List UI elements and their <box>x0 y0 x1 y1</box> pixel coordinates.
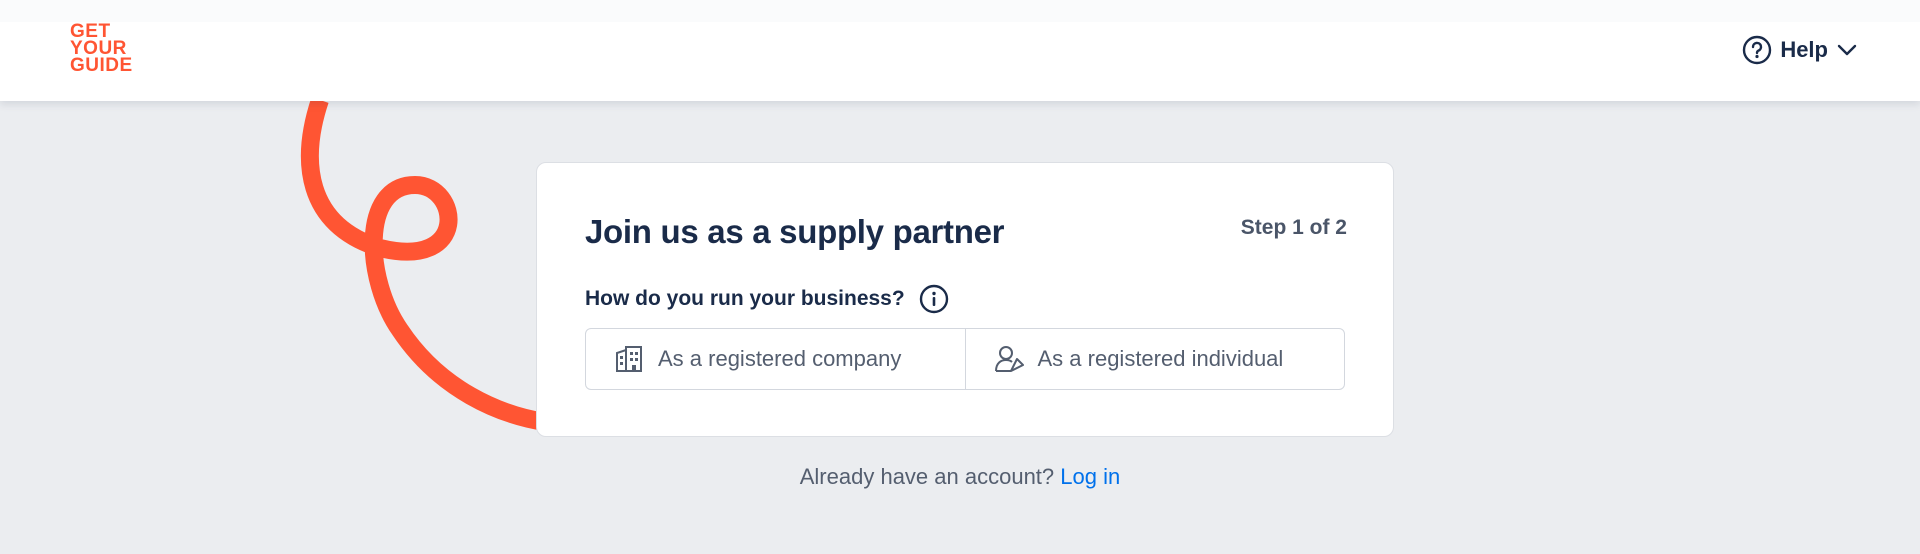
option-registered-individual[interactable]: As a registered individual <box>964 329 1345 389</box>
top-header: GET YOUR GUIDE Help <box>0 0 1920 101</box>
help-menu-button[interactable]: Help <box>1742 34 1858 66</box>
info-circle-icon[interactable] <box>919 284 949 314</box>
login-link[interactable]: Log in <box>1060 464 1120 489</box>
logo-line-3: GUIDE <box>70 55 133 76</box>
step-indicator: Step 1 of 2 <box>1240 216 1347 239</box>
page-title: Join us as a supply partner <box>585 213 1005 250</box>
question-circle-icon <box>1743 35 1772 65</box>
option-label: As a registered company <box>658 346 902 371</box>
header-top-strip <box>0 0 1920 22</box>
option-label: As a registered individual <box>1037 346 1284 371</box>
help-label: Help <box>1780 37 1828 62</box>
option-registered-company[interactable]: As a registered company <box>586 329 965 389</box>
account-text: Already have an account? <box>799 464 1055 489</box>
business-question: How do you run your business? <box>585 283 949 315</box>
getyourguide-logo[interactable]: GET YOUR GUIDE <box>70 22 144 77</box>
question-label: How do you run your business? <box>585 287 905 310</box>
person-icon <box>994 346 1024 372</box>
signup-card: Join us as a supply partner Step 1 of 2 … <box>536 162 1394 437</box>
building-icon <box>616 346 642 372</box>
chevron-down-icon <box>1837 44 1857 56</box>
business-type-selector: As a registered company As a registered … <box>585 328 1345 390</box>
existing-account-prompt: Already have an account? Log in <box>0 464 1920 490</box>
